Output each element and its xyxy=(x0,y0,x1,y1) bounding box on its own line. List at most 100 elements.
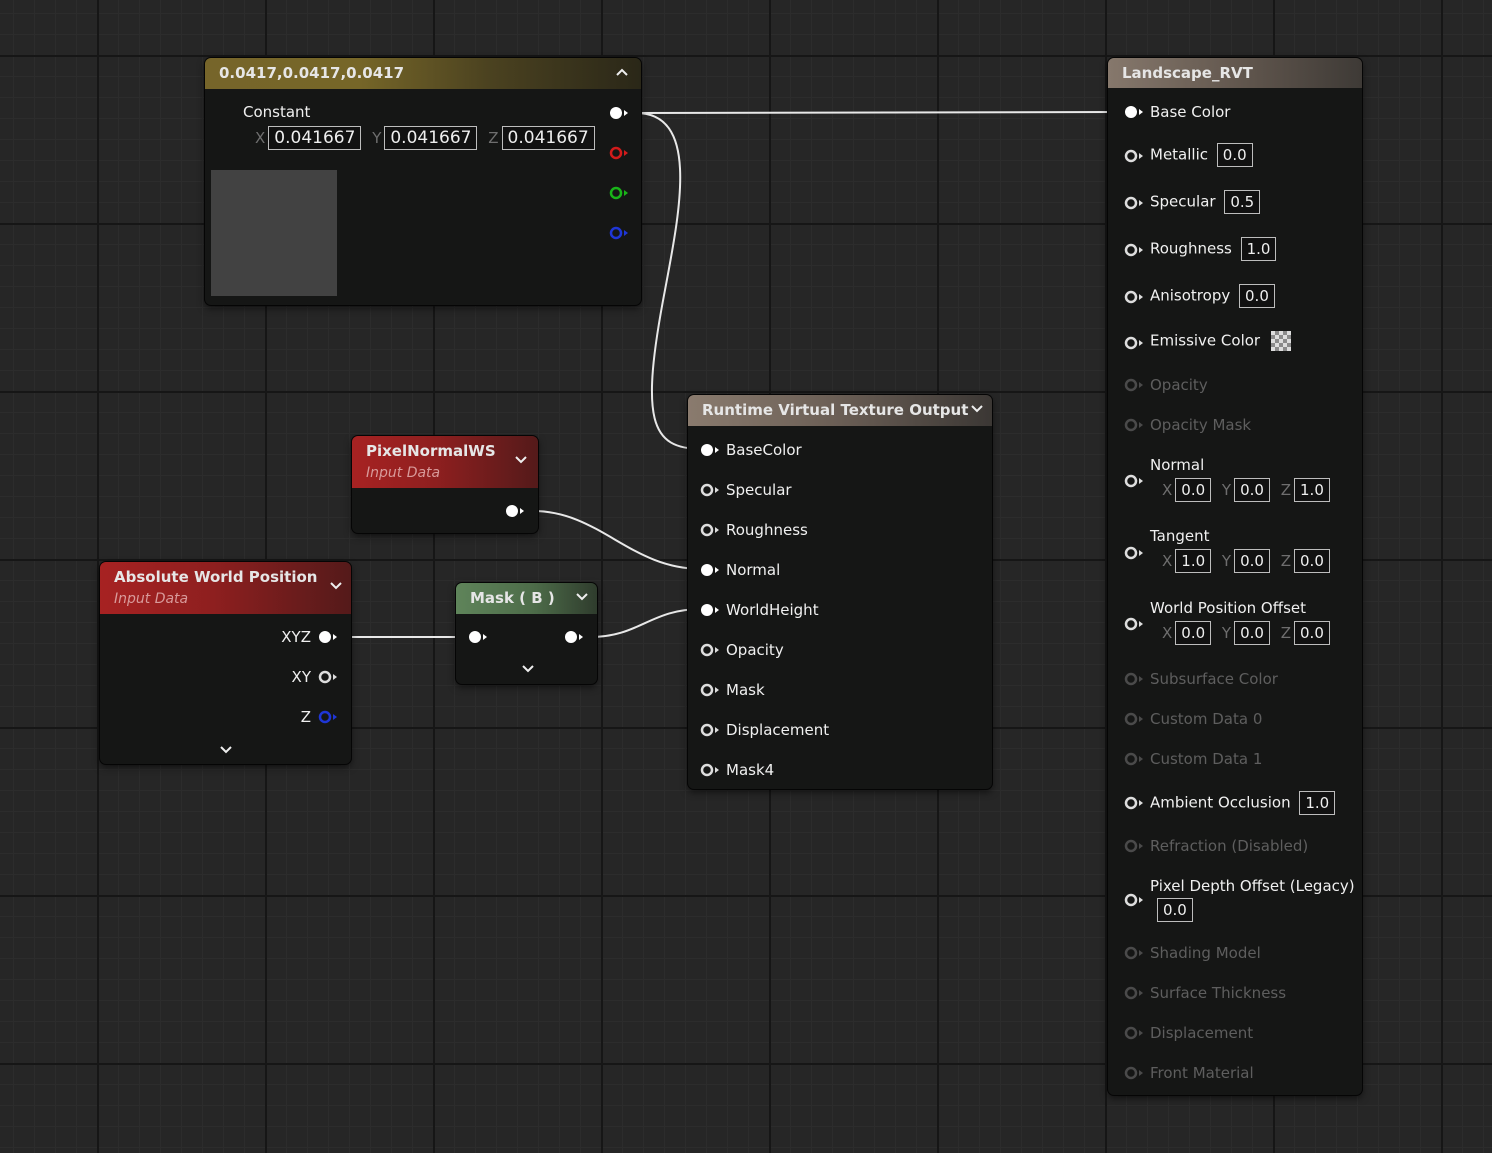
rvt-input-pin-roughness[interactable] xyxy=(700,523,720,537)
z-axis-label: Z xyxy=(1280,481,1292,499)
ambient-occlusion-input-pin[interactable] xyxy=(1124,796,1144,810)
roughness-input[interactable]: 1.0 xyxy=(1240,237,1277,261)
mask-node-header[interactable]: Mask ( B ) xyxy=(456,583,597,614)
emissive-color-label: Emissive Color xyxy=(1150,331,1261,350)
anisotropy-label: Anisotropy xyxy=(1150,286,1231,305)
normal-input-pin[interactable] xyxy=(1124,474,1144,488)
constant-z-input[interactable]: 0.041667 xyxy=(501,126,595,150)
awp-xyz-output-pin[interactable] xyxy=(318,630,338,644)
y-axis-label: Y xyxy=(372,129,382,147)
mask-output-pin[interactable] xyxy=(564,630,584,644)
pixelnormalws-output-pin[interactable] xyxy=(505,504,525,518)
rvt-input-label-mask: Mask xyxy=(726,681,765,699)
pixel-depth-offset-input[interactable]: 0.0 xyxy=(1157,898,1193,922)
emissive-color-swatch[interactable] xyxy=(1270,331,1291,351)
rvt-input-pin-displacement[interactable] xyxy=(700,723,720,737)
surface-thickness-label: Surface Thickness xyxy=(1150,984,1287,1002)
chevron-up-icon[interactable] xyxy=(615,58,629,89)
custom-data-0-label: Custom Data 0 xyxy=(1150,710,1263,728)
expand-chevron-icon[interactable] xyxy=(219,744,233,759)
constant-g-output-pin[interactable] xyxy=(609,186,629,200)
pdo-row: 0.0 xyxy=(1157,898,1193,922)
mask-input-pin[interactable] xyxy=(468,630,488,644)
rvt-input-pin-mask4[interactable] xyxy=(700,763,720,777)
specular-label: Specular xyxy=(1150,192,1216,211)
normal-z-input[interactable]: 1.0 xyxy=(1294,478,1330,502)
expand-chevron-icon[interactable] xyxy=(521,663,535,678)
ao-row: Ambient Occlusion 1.0 xyxy=(1150,791,1336,815)
wpo-z-input[interactable]: 0.0 xyxy=(1294,621,1330,645)
rvt-input-pin-worldheight[interactable] xyxy=(700,603,720,617)
chevron-down-icon[interactable] xyxy=(329,580,343,595)
rvt-node-header[interactable]: Runtime Virtual Texture Output xyxy=(688,395,992,426)
constant-rgb-output-pin[interactable] xyxy=(609,106,629,120)
emissive-row: Emissive Color xyxy=(1150,331,1291,351)
constant3vector-node[interactable]: 0.0417,0.0417,0.0417 Constant X 0.041667 … xyxy=(205,58,641,305)
absolute-world-position-node[interactable]: Absolute World Position Input Data XYZ X… xyxy=(100,562,351,764)
normal-y-input[interactable]: 0.0 xyxy=(1234,478,1270,502)
constant-r-output-pin[interactable] xyxy=(609,146,629,160)
awp-node-header[interactable]: Absolute World Position Input Data xyxy=(100,562,351,614)
opacity-input-pin xyxy=(1124,378,1143,392)
pixel-depth-offset-input-pin[interactable] xyxy=(1124,893,1144,907)
constant-y-input[interactable]: 0.041667 xyxy=(384,126,478,150)
material-result-node[interactable]: Landscape_RVT Base Color Metallic 0.0 Sp… xyxy=(1108,58,1362,1095)
rvt-input-pin-basecolor[interactable] xyxy=(700,443,720,457)
tangent-vector-row: X 1.0 Y 0.0 Z 0.0 xyxy=(1156,549,1330,573)
specular-input-pin[interactable] xyxy=(1124,196,1144,210)
ambient-occlusion-input[interactable]: 1.0 xyxy=(1299,791,1336,815)
y-axis-label: Y xyxy=(1221,552,1232,570)
chevron-down-icon[interactable] xyxy=(575,583,589,614)
z-axis-label: Z xyxy=(1280,552,1292,570)
pixel-depth-offset-label: Pixel Depth Offset (Legacy) xyxy=(1150,877,1355,895)
constant-node-header[interactable]: 0.0417,0.0417,0.0417 xyxy=(205,58,641,89)
awp-z-label: Z xyxy=(300,708,311,726)
rvt-input-pin-mask[interactable] xyxy=(700,683,720,697)
pixelnormalws-subtitle: Input Data xyxy=(366,465,441,481)
emissive-color-input-pin[interactable] xyxy=(1124,336,1144,350)
opacity-mask-label: Opacity Mask xyxy=(1150,416,1252,434)
z-axis-label: Z xyxy=(1280,624,1292,642)
rvt-output-node[interactable]: Runtime Virtual Texture Output BaseColor… xyxy=(688,395,992,789)
wpo-x-input[interactable]: 0.0 xyxy=(1175,621,1212,645)
roughness-row: Roughness 1.0 xyxy=(1150,237,1277,261)
rvt-input-label-worldheight: WorldHeight xyxy=(726,601,819,619)
pixelnormalws-node-header[interactable]: PixelNormalWS Input Data xyxy=(352,436,538,488)
chevron-down-icon[interactable] xyxy=(514,454,528,469)
anisotropy-input-pin[interactable] xyxy=(1124,290,1144,304)
tangent-x-input[interactable]: 1.0 xyxy=(1175,549,1212,573)
mask-node[interactable]: Mask ( B ) xyxy=(456,583,597,684)
material-node-header[interactable]: Landscape_RVT xyxy=(1108,58,1362,88)
shading-model-input-pin xyxy=(1124,946,1143,960)
rvt-input-pin-specular[interactable] xyxy=(700,483,720,497)
tangent-z-input[interactable]: 0.0 xyxy=(1294,549,1330,573)
opacity-label: Opacity xyxy=(1150,376,1208,394)
normal-x-input[interactable]: 0.0 xyxy=(1175,478,1212,502)
roughness-input-pin[interactable] xyxy=(1124,243,1144,257)
front-material-input-pin xyxy=(1124,1066,1143,1080)
constant-x-input[interactable]: 0.041667 xyxy=(268,126,362,150)
rvt-input-pin-opacity[interactable] xyxy=(700,643,720,657)
chevron-down-icon[interactable] xyxy=(970,395,984,426)
anisotropy-input[interactable]: 0.0 xyxy=(1239,284,1275,308)
awp-z-output-pin[interactable] xyxy=(318,710,338,724)
mask-title: Mask ( B ) xyxy=(470,589,555,607)
constant-b-output-pin[interactable] xyxy=(609,226,629,240)
x-axis-label: X xyxy=(1162,481,1173,499)
rvt-title: Runtime Virtual Texture Output xyxy=(702,401,969,419)
metallic-row: Metallic 0.0 xyxy=(1150,143,1253,167)
metallic-input[interactable]: 0.0 xyxy=(1216,143,1253,167)
displacement-input-pin xyxy=(1124,1026,1143,1040)
metallic-input-pin[interactable] xyxy=(1124,149,1144,163)
rvt-input-pin-normal[interactable] xyxy=(700,563,720,577)
tangent-input-pin[interactable] xyxy=(1124,546,1144,560)
awp-xy-output-pin[interactable] xyxy=(318,670,338,684)
base-color-input-pin[interactable] xyxy=(1124,105,1144,119)
rvt-input-label-roughness: Roughness xyxy=(726,521,808,539)
pixelnormalws-node[interactable]: PixelNormalWS Input Data xyxy=(352,436,538,533)
specular-input[interactable]: 0.5 xyxy=(1224,190,1261,214)
wpo-y-input[interactable]: 0.0 xyxy=(1234,621,1270,645)
awp-title: Absolute World Position xyxy=(114,568,318,586)
tangent-y-input[interactable]: 0.0 xyxy=(1234,549,1270,573)
wpo-input-pin[interactable] xyxy=(1124,617,1144,631)
